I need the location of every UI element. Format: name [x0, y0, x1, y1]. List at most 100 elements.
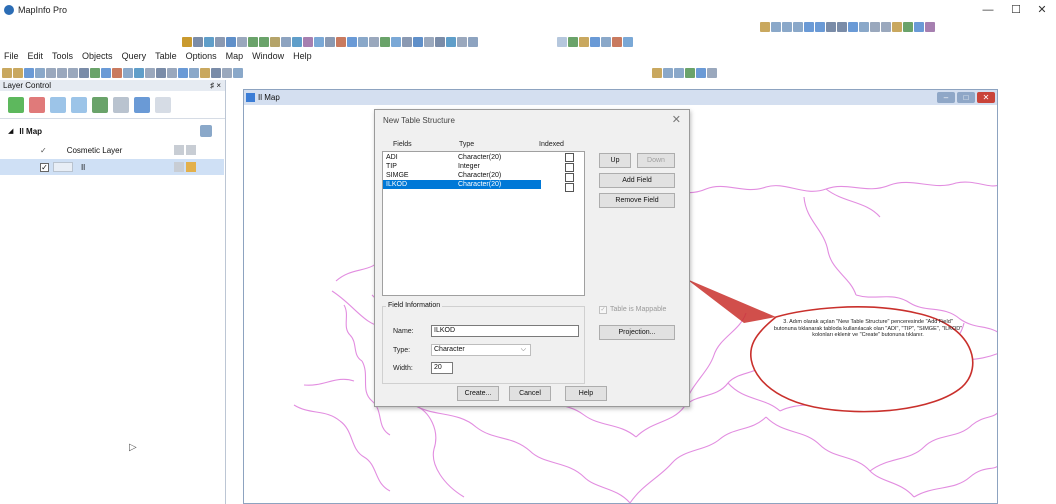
menu-edit[interactable]: Edit [28, 51, 44, 61]
zoom-in-icon[interactable] [248, 36, 258, 47]
browser-icon[interactable] [347, 36, 357, 47]
run-program-icon[interactable] [156, 67, 166, 78]
sql-select-icon[interactable] [211, 67, 221, 78]
indexed-checkbox-tip[interactable] [565, 163, 574, 172]
collapse-arrow-icon[interactable]: ◢ [8, 127, 13, 135]
frame-draw-icon[interactable] [859, 21, 869, 32]
menu-table[interactable]: Table [155, 51, 177, 61]
map-maximize-button[interactable]: □ [957, 92, 975, 103]
display-options-icon[interactable] [113, 96, 129, 113]
statistics-icon[interactable] [380, 36, 390, 47]
layer-control-icon[interactable] [336, 36, 346, 47]
field-row-ilkod[interactable]: ILKOD Character(20) [383, 180, 541, 189]
layer-visible-checkbox[interactable]: ✓ [40, 162, 49, 172]
field-row-tip[interactable]: TIP Integer [383, 162, 541, 171]
radius-tool-icon[interactable] [204, 36, 214, 47]
save-table-icon[interactable] [24, 67, 34, 78]
label-tool-icon[interactable] [292, 36, 302, 47]
move-up-icon[interactable] [50, 96, 66, 113]
thematic-icon[interactable] [155, 96, 171, 113]
map-options-icon[interactable] [200, 125, 212, 137]
layer-row-il[interactable]: ✓ Il [0, 159, 224, 175]
crystal-icon[interactable] [663, 67, 673, 78]
create-button[interactable]: Create... [457, 386, 499, 401]
move-down-icon[interactable] [71, 96, 87, 113]
text-draw-icon[interactable] [848, 21, 858, 32]
name-input[interactable]: ILKOD [431, 325, 579, 337]
layer-row-cosmetic[interactable]: ✓ Cosmetic Layer [0, 142, 224, 158]
rounded-rect-draw-icon[interactable] [837, 21, 847, 32]
line-style-icon[interactable] [892, 21, 902, 32]
cut-icon[interactable] [46, 67, 56, 78]
print-table-icon[interactable] [35, 67, 45, 78]
save-icon[interactable] [435, 36, 445, 47]
help-tool-icon[interactable] [468, 36, 478, 47]
polyline-draw-icon[interactable] [782, 21, 792, 32]
geocode-icon[interactable] [601, 36, 611, 47]
dialog-close-button[interactable]: ✕ [672, 113, 681, 126]
layout-icon[interactable] [369, 36, 379, 47]
boundary-tool-icon[interactable] [226, 36, 236, 47]
mapbasic-icon[interactable] [167, 67, 177, 78]
new-layout-icon[interactable] [123, 67, 133, 78]
redistrict-window-icon[interactable] [134, 67, 144, 78]
scalebar-icon[interactable] [402, 36, 412, 47]
undo-icon[interactable] [79, 67, 89, 78]
scale-tool-icon[interactable] [707, 67, 717, 78]
map-tree-node[interactable]: ◢ Il Map [0, 123, 224, 139]
indexed-checkbox-ilkod[interactable] [565, 183, 574, 192]
type-select[interactable]: Character ⌵ [431, 344, 531, 356]
redistrict-icon[interactable] [612, 36, 622, 47]
symbol-style-icon[interactable] [914, 21, 924, 32]
polygon-tool-icon[interactable] [215, 36, 225, 47]
width-input[interactable]: 20 [431, 362, 453, 374]
open-icon[interactable] [13, 67, 23, 78]
copy-icon[interactable] [57, 67, 67, 78]
query-icon[interactable] [424, 36, 434, 47]
panel-pin-close[interactable]: ♯ × [210, 80, 221, 91]
region-style-icon[interactable] [903, 21, 913, 32]
help-contents-icon[interactable] [178, 67, 188, 78]
editable-icon[interactable] [174, 145, 184, 155]
add-layer-icon[interactable] [8, 96, 24, 113]
up-button[interactable]: Up [599, 153, 631, 168]
layer-visible-checkbox[interactable]: ✓ [40, 146, 47, 155]
fields-list[interactable]: ADI Character(20) TIP Integer SIMGE Char… [382, 151, 585, 296]
add-node-icon[interactable] [881, 21, 891, 32]
chart-icon[interactable] [579, 36, 589, 47]
catalog-icon[interactable] [652, 67, 662, 78]
cancel-button[interactable]: Cancel [509, 386, 551, 401]
line-draw-icon[interactable] [771, 21, 781, 32]
legend-icon[interactable] [391, 36, 401, 47]
layer-properties-icon[interactable] [92, 96, 108, 113]
marquee-tool-icon[interactable] [193, 36, 203, 47]
tool-manager-icon[interactable] [145, 67, 155, 78]
print-icon[interactable] [446, 36, 456, 47]
paste-icon[interactable] [68, 67, 78, 78]
help-button[interactable]: Help [565, 386, 607, 401]
add-field-button[interactable]: Add Field [599, 173, 675, 188]
unselect-tool-icon[interactable] [237, 36, 247, 47]
menu-options[interactable]: Options [186, 51, 217, 61]
maximize-button[interactable]: ☐ [1002, 3, 1030, 17]
pan-tool-icon[interactable] [270, 36, 280, 47]
export-icon[interactable] [457, 36, 467, 47]
editable-icon[interactable] [174, 162, 184, 172]
minimize-button[interactable]: — [974, 3, 1002, 17]
table-is-mappable-checkbox[interactable]: ✓ [599, 306, 607, 314]
menu-query[interactable]: Query [122, 51, 147, 61]
map-close-button[interactable]: ✕ [977, 92, 995, 103]
theme-icon[interactable] [568, 36, 578, 47]
field-row-simge[interactable]: SIMGE Character(20) [383, 171, 541, 180]
table-icon[interactable] [413, 36, 423, 47]
symbol-draw-icon[interactable] [760, 21, 770, 32]
coordinate-icon[interactable] [696, 67, 706, 78]
ruler-tool-icon[interactable] [314, 36, 324, 47]
menu-help[interactable]: Help [293, 51, 312, 61]
text-style-icon[interactable] [925, 21, 935, 32]
close-button[interactable]: ✕ [1028, 3, 1056, 17]
remove-field-button[interactable]: Remove Field [599, 193, 675, 208]
sql-icon[interactable] [590, 36, 600, 47]
projection-button[interactable]: Projection... [599, 325, 675, 340]
remove-layer-icon[interactable] [29, 96, 45, 113]
